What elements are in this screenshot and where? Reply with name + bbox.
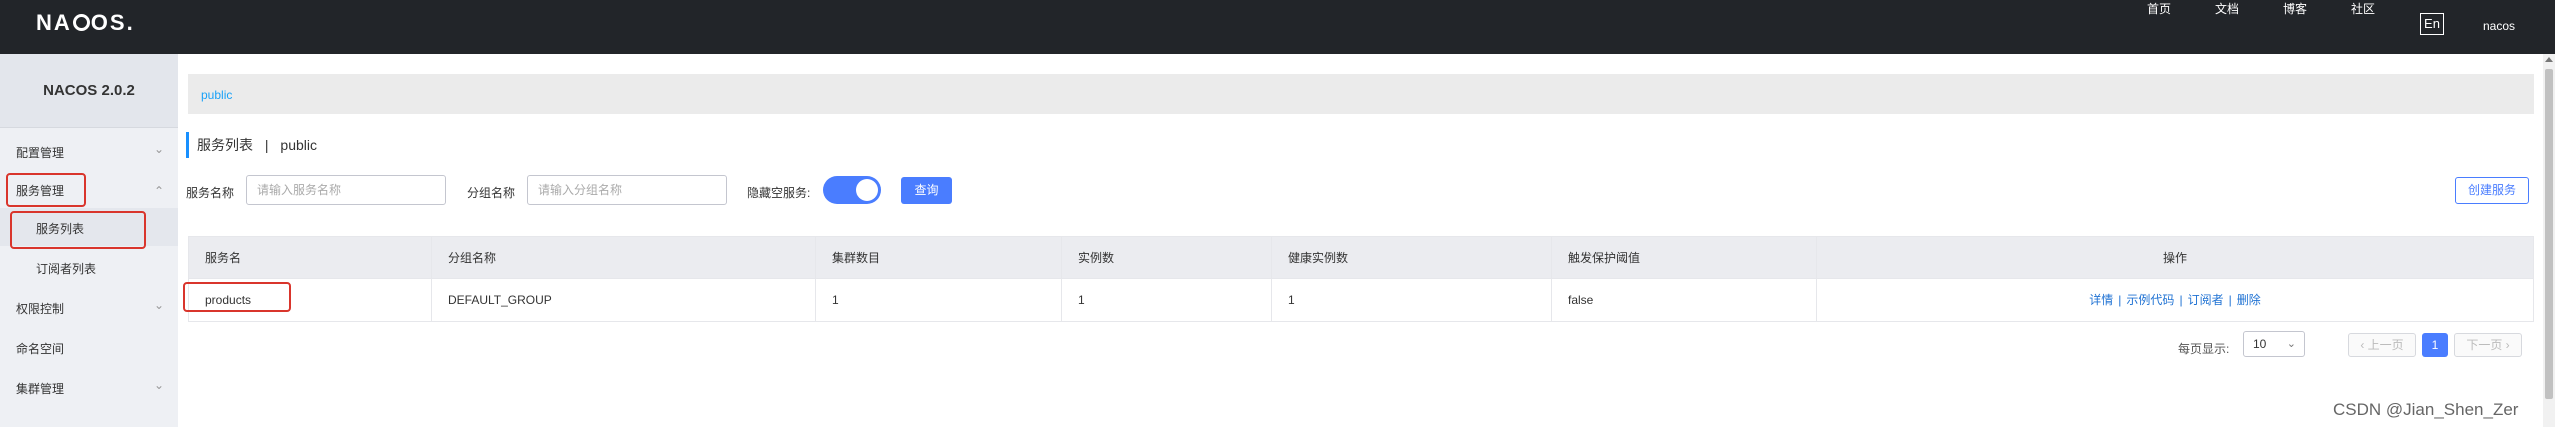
scroll-up-arrow-icon[interactable]	[2545, 57, 2553, 62]
sample-code-link[interactable]: 示例代码	[2126, 293, 2174, 307]
column-header-service-name: 服务名	[205, 251, 242, 265]
cell-cluster-count: 1	[815, 279, 1061, 321]
sidebar-title: NACOS 2.0.2	[0, 54, 178, 128]
page-title-text: 服务列表	[197, 137, 253, 153]
create-service-button[interactable]: 创建服务	[2455, 177, 2529, 204]
subscribers-link[interactable]: 订阅者	[2188, 293, 2224, 307]
sidebar-item-namespace[interactable]: 命名空间	[0, 328, 178, 366]
table-row: products DEFAULT_GROUP 1 1 1 false 详情 | 示例…	[189, 279, 2533, 321]
sidebar-item-label: 权限控制	[16, 302, 65, 316]
sidebar-item-cluster-management[interactable]: 集群管理 ⌄	[0, 368, 178, 406]
hide-empty-toggle[interactable]	[823, 176, 881, 204]
column-header-instance-count: 实例数	[1061, 237, 1271, 279]
cell-instance-count: 1	[1061, 279, 1271, 321]
cell-healthy-count: 1	[1271, 279, 1551, 321]
column-header-group-name: 分组名称	[431, 237, 815, 279]
nav-docs-link[interactable]: 文档	[2215, 0, 2239, 17]
nav-home-link[interactable]: 首页	[2147, 0, 2171, 17]
chevron-down-icon: ⌄	[2286, 338, 2296, 350]
nav-community-link[interactable]: 社区	[2351, 0, 2375, 17]
op-separator: |	[2228, 293, 2232, 307]
chevron-down-icon: ⌄	[153, 378, 164, 392]
page-size-select[interactable]: 10 ⌄	[2243, 331, 2305, 357]
next-page-label: 下一页	[2466, 338, 2503, 352]
highlight-box-service-list	[10, 211, 146, 249]
search-button[interactable]: 查询	[901, 177, 952, 204]
page-title-namespace: public	[280, 137, 318, 153]
current-page-button[interactable]: 1	[2422, 333, 2448, 357]
chevron-up-icon: ⌃	[153, 184, 164, 198]
sidebar-item-label: 订阅者列表	[36, 262, 97, 276]
logo-ring-icon	[72, 14, 90, 31]
language-switch-button[interactable]: En	[2420, 13, 2444, 35]
detail-link[interactable]: 详情	[2089, 293, 2113, 307]
highlight-box-service-management	[6, 173, 86, 207]
chevron-down-icon: ⌄	[153, 298, 164, 312]
cell-operations: 详情 | 示例代码 | 订阅者 | 删除	[1816, 279, 2533, 321]
op-separator: |	[2179, 293, 2183, 307]
table-header: 服务名 分组名称 集群数目 实例数 健康实例数 触发保护阈值 操作	[189, 237, 2533, 279]
page-title: 服务列表 | public	[186, 132, 317, 158]
main-content: public 服务列表 | public 服务名称 分组名称 隐藏空服务: 查询…	[178, 54, 2543, 427]
top-navbar: NA OS. 首页 文档 博客 社区 En nacos	[0, 0, 2555, 54]
column-header-operations: 操作	[1816, 237, 2533, 279]
watermark: CSDN @Jian_Shen_Zer	[2333, 400, 2519, 419]
hide-empty-label: 隐藏空服务:	[747, 186, 811, 200]
group-name-label: 分组名称	[467, 186, 516, 200]
chevron-left-icon: ‹	[2360, 338, 2368, 352]
prev-page-label: 上一页	[2367, 338, 2404, 352]
sidebar-item-label: 命名空间	[16, 342, 65, 356]
sidebar: NACOS 2.0.2 配置管理 ⌄ 服务管理 ⌃ 服务列表 订阅者列表 权限控…	[0, 54, 178, 427]
service-table: 服务名 分组名称 集群数目 实例数 健康实例数 触发保护阈值 操作 produc…	[188, 236, 2534, 322]
namespace-tab-public[interactable]: public	[201, 88, 232, 102]
per-page-label: 每页显示:	[2178, 342, 2230, 356]
next-page-button[interactable]: 下一页 ›	[2454, 333, 2522, 357]
sidebar-item-config-management[interactable]: 配置管理 ⌄	[0, 132, 178, 170]
user-name[interactable]: nacos	[2483, 19, 2515, 33]
namespace-bar: public	[188, 74, 2534, 114]
vertical-scrollbar[interactable]	[2543, 54, 2555, 427]
nacos-logo[interactable]: NA OS.	[36, 10, 135, 36]
group-name-input[interactable]	[527, 175, 727, 205]
cell-group-name: DEFAULT_GROUP	[431, 279, 815, 321]
scroll-thumb[interactable]	[2545, 69, 2553, 399]
sidebar-item-label: 配置管理	[16, 146, 65, 160]
service-name-input[interactable]	[246, 175, 446, 205]
highlight-box-products	[183, 282, 291, 312]
column-header-cluster-count: 集群数目	[815, 237, 1061, 279]
op-separator: |	[2118, 293, 2122, 307]
delete-link[interactable]: 删除	[2237, 293, 2261, 307]
column-header-protect-threshold: 触发保护阈值	[1551, 237, 1816, 279]
cell-protect-threshold: false	[1551, 279, 1816, 321]
chevron-right-icon: ›	[2502, 338, 2510, 352]
service-name-label: 服务名称	[186, 186, 235, 200]
page-size-value: 10	[2253, 337, 2267, 351]
prev-page-button[interactable]: ‹ 上一页	[2348, 333, 2416, 357]
chevron-down-icon: ⌄	[153, 142, 164, 156]
sidebar-item-subscriber-list[interactable]: 订阅者列表	[0, 248, 178, 286]
column-header-healthy-count: 健康实例数	[1271, 237, 1551, 279]
page-title-separator: |	[264, 137, 269, 153]
sidebar-item-access-control[interactable]: 权限控制 ⌄	[0, 288, 178, 326]
sidebar-item-label: 集群管理	[16, 382, 65, 396]
nav-blog-link[interactable]: 博客	[2283, 0, 2307, 17]
toggle-knob	[856, 179, 878, 201]
